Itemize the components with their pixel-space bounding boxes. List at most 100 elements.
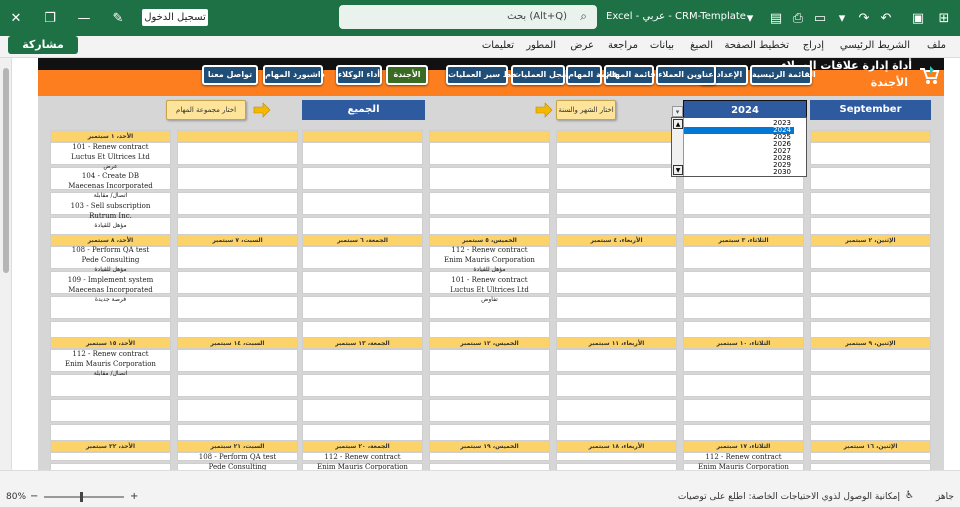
horizontal-scrollbar[interactable]: [0, 470, 960, 487]
restore-icon[interactable]: ❐: [38, 6, 62, 30]
year-dropdown-arrow[interactable]: ▾: [672, 106, 683, 117]
year-option[interactable]: 2030: [684, 169, 794, 176]
pen-icon[interactable]: ✎: [106, 6, 130, 30]
day-cell[interactable]: [556, 142, 677, 165]
day-cell[interactable]: [810, 296, 931, 319]
day-cell[interactable]: [556, 246, 677, 269]
save-icon[interactable]: ▣: [906, 6, 930, 30]
zoom-level[interactable]: 80%: [6, 492, 26, 502]
agenda-event[interactable]: 109 - Implement system Maecenas Incorpora…: [48, 276, 173, 305]
zoom-slider[interactable]: [44, 496, 124, 498]
day-cell[interactable]: [810, 452, 931, 461]
zoom-slider-thumb[interactable]: [80, 492, 83, 502]
day-cell[interactable]: [177, 192, 298, 215]
accessibility-status[interactable]: إمكانية الوصول لذوي الاحتياجات الخاصة: ا…: [678, 492, 900, 502]
day-cell[interactable]: [556, 349, 677, 372]
tab-review[interactable]: مراجعة: [608, 40, 638, 51]
day-cell[interactable]: [429, 452, 550, 461]
day-cell[interactable]: [177, 349, 298, 372]
day-cell[interactable]: [302, 192, 423, 215]
day-cell[interactable]: [683, 374, 804, 397]
day-cell[interactable]: [302, 142, 423, 165]
day-cell[interactable]: [302, 399, 423, 422]
day-cell[interactable]: [556, 296, 677, 319]
tab-data[interactable]: بيانات: [650, 40, 674, 51]
pdf-icon[interactable]: ▤: [764, 6, 788, 30]
agenda-event[interactable]: 112 - Renew contract Enim Mauris Corporat…: [427, 246, 552, 275]
day-cell[interactable]: [810, 349, 931, 372]
tab-help[interactable]: تعليمات: [482, 40, 514, 51]
tab-insert[interactable]: إدراج: [803, 40, 824, 51]
signin-button[interactable]: تسجيل الدخول: [142, 9, 208, 26]
year-dropdown-list[interactable]: ▲ ▼ 2023 2024 2025 2026 2027 2028 2029 2…: [671, 117, 807, 177]
day-cell[interactable]: [556, 374, 677, 397]
day-cell[interactable]: [429, 349, 550, 372]
day-cell[interactable]: [177, 271, 298, 294]
folder-icon[interactable]: ▭: [808, 6, 832, 30]
day-cell[interactable]: [429, 192, 550, 215]
day-cell[interactable]: [429, 399, 550, 422]
day-cell[interactable]: [683, 192, 804, 215]
day-cell[interactable]: [302, 296, 423, 319]
nav-client-addresses[interactable]: عناوين العملاء: [656, 65, 716, 85]
scroll-up-icon[interactable]: ▲: [673, 119, 683, 129]
nav-operations-log[interactable]: سجل العمليات: [511, 65, 570, 85]
day-cell[interactable]: [177, 399, 298, 422]
tab-view[interactable]: عرض: [570, 40, 594, 51]
undo-icon[interactable]: ↶: [874, 6, 898, 30]
day-cell[interactable]: [810, 167, 931, 190]
scroll-thumb[interactable]: [3, 68, 9, 273]
day-cell[interactable]: [556, 192, 677, 215]
minimize-icon[interactable]: —: [72, 6, 96, 30]
day-cell[interactable]: [177, 374, 298, 397]
search-input[interactable]: بحث (Alt+Q) ⌕: [339, 5, 597, 29]
customize-qat-icon[interactable]: ▾: [738, 6, 762, 30]
tab-home[interactable]: الشريط الرئيسي: [840, 40, 910, 51]
agenda-event[interactable]: 103 - Sell subscription Rutrum Inc. مؤهل ل…: [48, 202, 173, 231]
nav-task-list[interactable]: قائمة المهام: [566, 65, 618, 85]
day-cell[interactable]: [302, 167, 423, 190]
day-cell[interactable]: [429, 167, 550, 190]
day-cell[interactable]: [177, 246, 298, 269]
day-cell[interactable]: [810, 399, 931, 422]
nav-contact-us[interactable]: تواصل معنا: [202, 65, 258, 85]
day-cell[interactable]: [50, 452, 171, 461]
group-selector[interactable]: الجميع: [302, 100, 425, 120]
nav-main-menu[interactable]: القائمة الرئيسية: [750, 65, 816, 85]
tab-file[interactable]: ملف: [927, 40, 946, 51]
day-cell[interactable]: [302, 374, 423, 397]
agenda-event[interactable]: 112 - Renew contract Enim Mauris Corporat…: [48, 350, 173, 379]
day-cell[interactable]: [810, 142, 931, 165]
nav-tasks-dashboard[interactable]: داشبورد المهام: [263, 65, 325, 85]
day-cell[interactable]: [810, 374, 931, 397]
day-cell[interactable]: [810, 192, 931, 215]
nav-agenda[interactable]: الأجندة: [386, 65, 428, 85]
day-cell[interactable]: [683, 271, 804, 294]
day-cell[interactable]: [429, 142, 550, 165]
day-cell[interactable]: [810, 271, 931, 294]
day-cell[interactable]: [177, 167, 298, 190]
day-cell[interactable]: [177, 296, 298, 319]
dropdown-scrollbar[interactable]: ▲ ▼: [672, 118, 684, 176]
day-cell[interactable]: [302, 349, 423, 372]
vertical-scrollbar[interactable]: [0, 58, 12, 470]
tab-formulas[interactable]: الصيغ: [690, 40, 713, 51]
month-selector[interactable]: September: [810, 100, 931, 120]
share-button[interactable]: مشاركة: [8, 36, 78, 54]
day-cell[interactable]: [556, 167, 677, 190]
agenda-event[interactable]: 101 - Renew contract Luctus Et Ultrices L…: [427, 276, 552, 305]
agenda-event[interactable]: 104 - Create DB Maecenas Incorporated اتصا…: [48, 172, 173, 201]
tab-page-layout[interactable]: تخطيط الصفحة: [724, 40, 789, 51]
day-cell[interactable]: [810, 246, 931, 269]
print-icon[interactable]: ⎙: [786, 6, 810, 30]
tab-developer[interactable]: المطور: [526, 40, 556, 51]
agenda-event[interactable]: 101 - Renew contract Luctus Et Ultrices L…: [48, 143, 173, 172]
day-cell[interactable]: [556, 271, 677, 294]
nav-agents-performance[interactable]: أداء الوكلاء: [336, 65, 382, 85]
day-cell[interactable]: [302, 271, 423, 294]
scroll-down-icon[interactable]: ▼: [673, 165, 683, 175]
day-cell[interactable]: [683, 399, 804, 422]
redo-chevron-icon[interactable]: ▾: [830, 6, 854, 30]
day-cell[interactable]: [556, 452, 677, 461]
day-cell[interactable]: [683, 349, 804, 372]
